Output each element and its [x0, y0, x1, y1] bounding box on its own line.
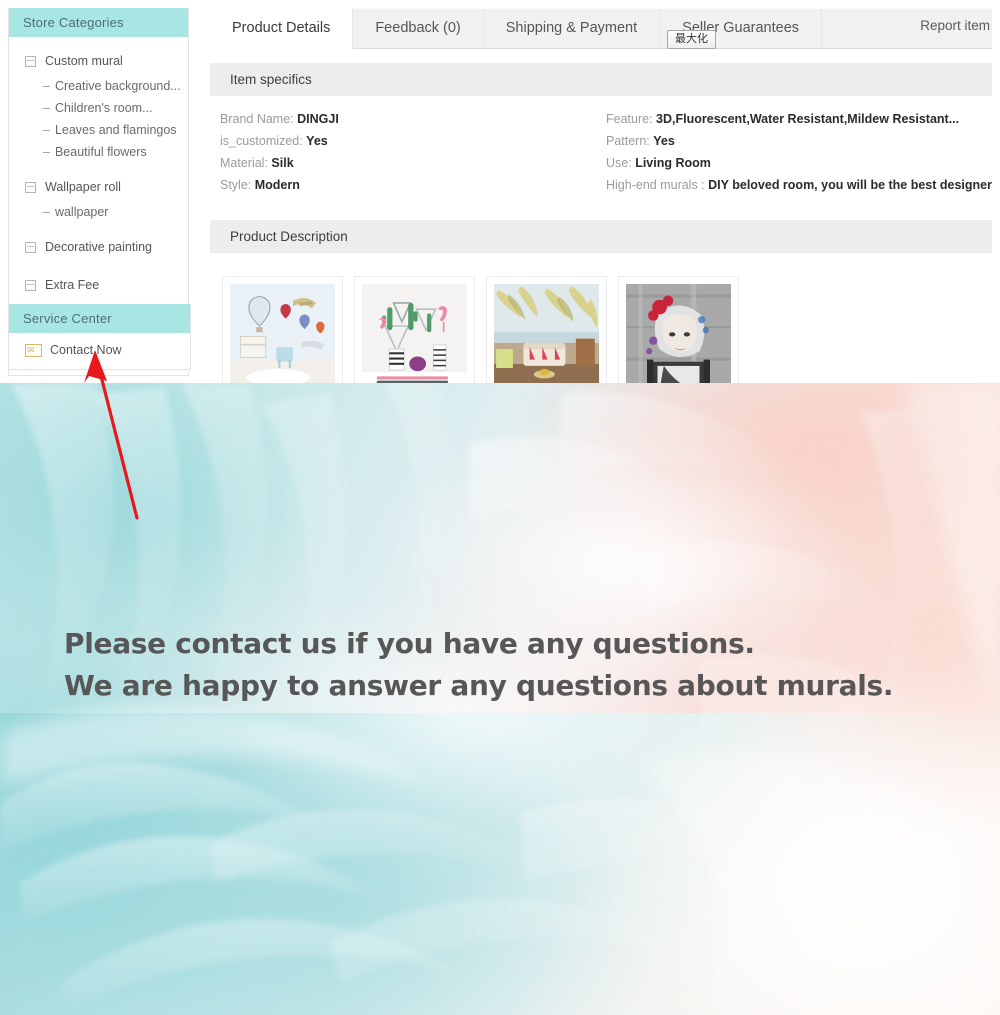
spec-row: is_customized: Yes — [220, 130, 596, 152]
product-thumbnail[interactable] — [222, 276, 343, 383]
category-label: Wallpaper roll — [45, 180, 121, 194]
list-square-icon — [25, 241, 36, 253]
banner-line-2: We are happy to answer any questions abo… — [64, 669, 894, 702]
contact-banner: Please contact us if you have any questi… — [0, 383, 1000, 1015]
spec-value: Yes — [653, 134, 675, 148]
subcategory-label: Children's room... — [54, 101, 153, 115]
tab-product-details[interactable]: Product Details — [210, 8, 354, 49]
list-square-icon — [25, 279, 36, 291]
banner-line-1: Please contact us if you have any questi… — [64, 627, 755, 660]
tab-bar: Product Details Feedback (0) Shipping & Pa… — [210, 8, 992, 49]
category-group-spacer — [9, 263, 188, 271]
spec-row: Style: Modern — [220, 174, 596, 196]
category-item-custom-mural[interactable]: Custom mural — [9, 47, 188, 75]
spec-row: High-end murals : DIY beloved room, you … — [606, 174, 992, 196]
subcategory-item-creative-background[interactable]: – Creative background... — [9, 75, 188, 97]
spec-value: Modern — [254, 178, 300, 192]
report-item-link[interactable]: Report item — [920, 18, 990, 33]
contact-now-link[interactable]: ✉ Contact Now — [9, 341, 190, 359]
cactus-flamingo-geometric-decor-mural — [362, 284, 467, 383]
tab-shipping-payment[interactable]: Shipping & Payment — [483, 9, 661, 48]
spec-value: Living Room — [635, 156, 711, 170]
category-item-extra-fee[interactable]: Extra Fee — [9, 271, 188, 299]
envelope-icon: ✉ — [25, 343, 42, 357]
item-specifics-left-column: Brand Name: DINGJI is_customized: Yes Mate… — [210, 108, 596, 196]
spec-value: 3D,Fluorescent,Water Resistant,Mildew Re… — [656, 112, 960, 126]
dash-bullet-icon: – — [43, 205, 50, 219]
subcategory-label: Creative background... — [54, 79, 181, 93]
category-group-spacer — [9, 225, 188, 233]
subcategory-label: Beautiful flowers — [54, 145, 147, 159]
dash-bullet-icon: – — [43, 145, 50, 159]
spec-key: Pattern: — [606, 134, 650, 148]
product-thumbnail[interactable] — [486, 276, 607, 383]
service-center-panel: Service Center ✉ Contact Now — [8, 304, 191, 370]
item-specifics-heading: Item specifics — [210, 63, 992, 96]
subcategory-item-beautiful-flowers[interactable]: – Beautiful flowers — [9, 141, 188, 163]
children-room-hot-air-balloons-mural — [230, 284, 335, 383]
item-specifics-table: Brand Name: DINGJI is_customized: Yes Mate… — [210, 96, 992, 206]
category-group-spacer — [9, 165, 188, 173]
dash-bullet-icon: – — [43, 123, 50, 137]
dash-bullet-icon: – — [43, 101, 50, 115]
category-item-decorative-painting[interactable]: Decorative painting — [9, 233, 188, 261]
service-center-body: ✉ Contact Now — [9, 333, 190, 369]
banner-message: Please contact us if you have any questi… — [64, 623, 894, 707]
spec-key: Feature: — [606, 112, 653, 126]
spec-value: DIY beloved room, you will be the best d… — [708, 178, 992, 192]
spec-value: Yes — [306, 134, 328, 148]
main-panel: Product Details Feedback (0) Shipping & Pa… — [210, 8, 992, 383]
product-page-top-section: Store Categories Custom mural – Creative b… — [0, 0, 1000, 383]
store-categories-header: Store Categories — [9, 8, 188, 37]
spec-row: Material: Silk — [220, 152, 596, 174]
spec-row: Feature: 3D,Fluorescent,Water Resistant,… — [606, 108, 992, 130]
tropical-palm-leaves-living-room-mural — [494, 284, 599, 383]
product-thumbnail[interactable] — [354, 276, 475, 383]
subcategory-label: wallpaper — [54, 205, 109, 219]
spec-row: Brand Name: DINGJI — [220, 108, 596, 130]
service-center-header: Service Center — [9, 304, 190, 333]
product-description-thumbnails — [210, 253, 992, 383]
list-square-icon — [25, 181, 36, 193]
product-thumbnail[interactable] — [618, 276, 739, 383]
spec-key: Material: — [220, 156, 268, 170]
spec-key: is_customized: — [220, 134, 303, 148]
subcategory-item-leaves-and-flamingos[interactable]: – Leaves and flamingos — [9, 119, 188, 141]
spec-key: Use: — [606, 156, 632, 170]
category-label: Decorative painting — [45, 240, 153, 254]
contact-now-label: Contact Now — [50, 343, 122, 357]
marilyn-monroe-street-art-mural — [626, 284, 731, 383]
spec-key: Brand Name: — [220, 112, 294, 126]
spec-row: Pattern: Yes — [606, 130, 992, 152]
category-label: Custom mural — [45, 54, 123, 68]
dash-bullet-icon: – — [43, 79, 50, 93]
spec-value: Silk — [271, 156, 294, 170]
spec-row: Use: Living Room — [606, 152, 992, 174]
item-specifics-right-column: Feature: 3D,Fluorescent,Water Resistant,… — [596, 108, 992, 196]
tab-feedback-0[interactable]: Feedback (0) — [353, 9, 484, 48]
category-label: Extra Fee — [45, 278, 100, 292]
category-item-wallpaper-roll[interactable]: Wallpaper roll — [9, 173, 188, 201]
subcategory-item-wallpaper[interactable]: – wallpaper — [9, 201, 188, 223]
product-description-heading: Product Description — [210, 220, 992, 253]
subcategory-item-children-s-room[interactable]: – Children's room... — [9, 97, 188, 119]
subcategory-label: Leaves and flamingos — [54, 123, 177, 137]
spec-key: High-end murals : — [606, 178, 705, 192]
spec-value: DINGJI — [297, 112, 339, 126]
maximize-button[interactable]: 最大化 — [667, 30, 716, 49]
spec-key: Style: — [220, 178, 252, 192]
list-square-icon — [25, 55, 36, 67]
